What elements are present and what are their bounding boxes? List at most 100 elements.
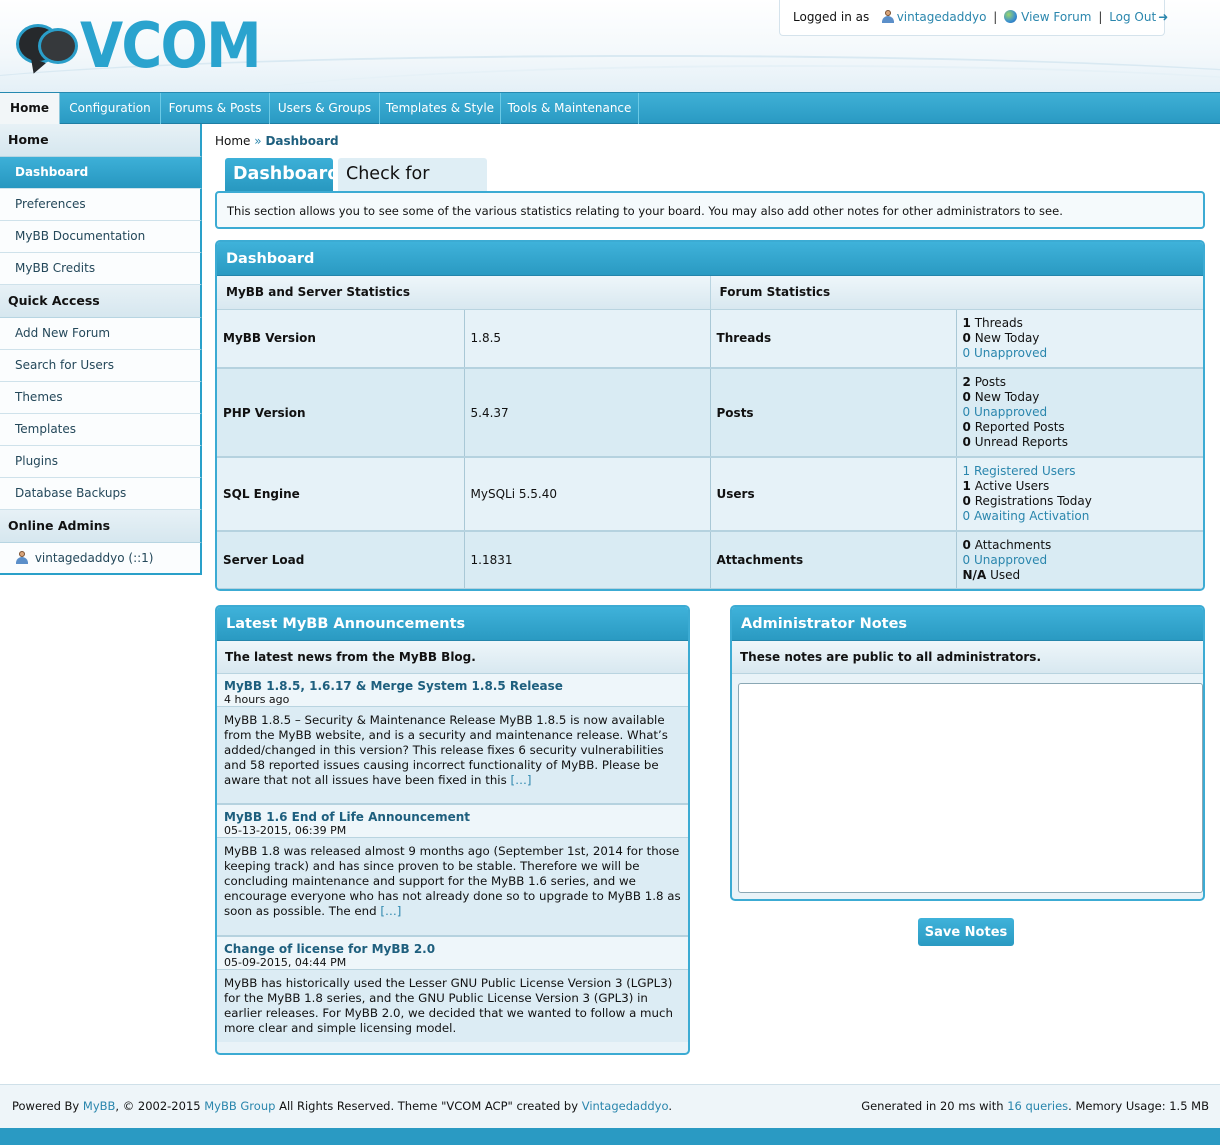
stat-label: Users <box>710 457 957 532</box>
news-title-link[interactable]: Change of license for MyBB 2.0 <box>224 942 681 956</box>
menu-templates-style[interactable]: Templates & Style <box>380 93 501 124</box>
table-row: MyBB Version 1.8.5 Threads 1 Threads 0 N… <box>217 309 1203 369</box>
menu-configuration[interactable]: Configuration <box>60 93 161 124</box>
sidebar-section-quick-access: Quick Access <box>0 285 202 318</box>
sidebar-section-online-admins: Online Admins <box>0 510 202 543</box>
logo-text: VCOM <box>80 9 262 82</box>
breadcrumb: Home » Dashboard <box>215 134 339 148</box>
sidebar-item-plugins[interactable]: Plugins <box>0 446 202 478</box>
user-box: Logged in as vintagedaddyo | View Forum … <box>779 0 1169 36</box>
logout-link[interactable]: Log Out <box>1109 10 1156 24</box>
news-date: 4 hours ago <box>224 693 290 706</box>
online-admin: vintagedaddyo (::1) <box>0 543 202 575</box>
unapproved-attachments-link[interactable]: 0 Unapproved <box>963 553 1048 567</box>
footer-stats: Generated in 20 ms with 16 queries. Memo… <box>861 1099 1209 1113</box>
announcements-panel: Latest MyBB Announcements The latest new… <box>215 605 690 1055</box>
stats-table: MyBB and Server Statistics Forum Statist… <box>217 276 1203 589</box>
read-more-link[interactable]: […] <box>510 773 531 787</box>
view-forum-link[interactable]: View Forum <box>1021 10 1091 24</box>
theme-author-link[interactable]: Vintagedaddyo <box>582 1099 669 1113</box>
col-header-forum: Forum Statistics <box>710 276 1203 310</box>
header: VCOM Logged in as vintagedaddyo | View F… <box>0 0 1220 92</box>
sidebar-item-themes[interactable]: Themes <box>0 382 202 414</box>
attachments-stats: 0 Attachments 0 Unapproved N/A Used <box>956 531 1203 589</box>
separator: | <box>1098 10 1103 24</box>
user-icon <box>15 551 28 564</box>
intro-text: This section allows you to see some of t… <box>215 191 1205 229</box>
queries-link[interactable]: 16 queries <box>1007 1099 1068 1113</box>
users-stats: 1 Registered Users 1 Active Users 0 Regi… <box>956 457 1203 532</box>
save-notes-button[interactable]: Save Notes <box>918 918 1014 946</box>
posts-stats: 2 Posts 0 New Today 0 Unapproved 0 Repor… <box>956 368 1203 458</box>
col-header-server: MyBB and Server Statistics <box>217 276 711 310</box>
stat-value: 1.1831 <box>464 531 711 589</box>
footer: Powered By MyBB, © 2002-2015 MyBB Group … <box>0 1084 1220 1128</box>
sidebar: Home Dashboard Preferences MyBB Document… <box>0 124 202 575</box>
news-title-link[interactable]: MyBB 1.8.5, 1.6.17 & Merge System 1.8.5 … <box>224 679 681 693</box>
bottom-bar <box>0 1128 1220 1145</box>
news-title-link[interactable]: MyBB 1.6 End of Life Announcement <box>224 810 681 824</box>
menu-tools-maintenance[interactable]: Tools & Maintenance <box>501 93 639 124</box>
site-logo[interactable]: VCOM <box>16 14 262 80</box>
sidebar-item-templates[interactable]: Templates <box>0 414 202 446</box>
tab-check-updates[interactable]: Check for Updates <box>338 158 487 217</box>
admin-notes-title: Administrator Notes <box>732 607 1203 641</box>
tab-dashboard[interactable]: Dashboard <box>225 158 340 191</box>
sidebar-item-documentation[interactable]: MyBB Documentation <box>0 221 202 253</box>
stat-label: PHP Version <box>217 368 465 458</box>
stat-label: Server Load <box>217 531 465 589</box>
unapproved-posts-link[interactable]: 0 Unapproved <box>963 405 1048 419</box>
news-body: MyBB 1.8.5 – Security & Maintenance Rele… <box>217 707 688 805</box>
logged-in-label: Logged in as <box>793 10 870 24</box>
news-header: MyBB 1.8.5, 1.6.17 & Merge System 1.8.5 … <box>217 674 688 707</box>
logout-arrow-icon: ➜ <box>1158 10 1169 24</box>
sidebar-item-preferences[interactable]: Preferences <box>0 189 202 221</box>
sidebar-item-add-forum[interactable]: Add New Forum <box>0 318 202 350</box>
news-body: MyBB has historically used the Lesser GN… <box>217 970 688 1042</box>
sidebar-item-search-users[interactable]: Search for Users <box>0 350 202 382</box>
table-row: Server Load 1.1831 Attachments 0 Attachm… <box>217 531 1203 589</box>
stat-label: Attachments <box>710 531 957 589</box>
online-admin-name: vintagedaddyo (::1) <box>34 551 154 565</box>
news-header: Change of license for MyBB 2.0 05-09-201… <box>217 937 688 970</box>
stat-label: MyBB Version <box>217 309 465 369</box>
username-link[interactable]: vintagedaddyo <box>897 10 987 24</box>
dashboard-title: Dashboard <box>217 242 1203 276</box>
globe-icon <box>1004 10 1018 23</box>
sidebar-item-backups[interactable]: Database Backups <box>0 478 202 510</box>
dashboard-panel: Dashboard MyBB and Server Statistics For… <box>215 240 1205 591</box>
separator: | <box>993 10 998 24</box>
announcements-subtitle: The latest news from the MyBB Blog. <box>217 641 688 674</box>
admin-notes-panel: Administrator Notes These notes are publ… <box>730 605 1205 901</box>
footer-credits: Powered By MyBB, © 2002-2015 MyBB Group … <box>12 1099 672 1113</box>
awaiting-activation-link[interactable]: 0 Awaiting Activation <box>963 509 1090 523</box>
menu-forums-posts[interactable]: Forums & Posts <box>161 93 270 124</box>
threads-stats: 1 Threads 0 New Today 0 Unapproved <box>956 309 1203 369</box>
mybb-link[interactable]: MyBB <box>83 1099 116 1113</box>
stat-value: 5.4.37 <box>464 368 711 458</box>
admin-notes-textarea[interactable] <box>738 683 1203 893</box>
news-header: MyBB 1.6 End of Life Announcement 05-13-… <box>217 805 688 838</box>
sidebar-item-dashboard[interactable]: Dashboard <box>0 157 202 189</box>
read-more-link[interactable]: […] <box>380 904 401 918</box>
unapproved-threads-link[interactable]: 0 Unapproved <box>963 346 1048 360</box>
sidebar-item-credits[interactable]: MyBB Credits <box>0 253 202 285</box>
main-menu: Home Configuration Forums & Posts Users … <box>0 92 1220 124</box>
table-row: SQL Engine MySQLi 5.5.40 Users 1 Registe… <box>217 457 1203 532</box>
menu-home[interactable]: Home <box>0 93 60 124</box>
announcements-title: Latest MyBB Announcements <box>217 607 688 641</box>
stat-value: 1.8.5 <box>464 309 711 369</box>
mybb-group-link[interactable]: MyBB Group <box>204 1099 275 1113</box>
breadcrumb-current: Dashboard <box>265 134 339 148</box>
news-date: 05-09-2015, 04:44 PM <box>224 956 347 969</box>
breadcrumb-home[interactable]: Home <box>215 134 250 148</box>
stat-label: SQL Engine <box>217 457 465 532</box>
news-date: 05-13-2015, 06:39 PM <box>224 824 347 837</box>
news-body: MyBB 1.8 was released almost 9 months ag… <box>217 838 688 937</box>
speech-bubble-icon <box>38 28 78 64</box>
registered-users-link[interactable]: 1 Registered Users <box>963 464 1076 478</box>
menu-users-groups[interactable]: Users & Groups <box>270 93 380 124</box>
user-icon <box>881 10 894 23</box>
breadcrumb-separator: » <box>254 134 262 148</box>
stat-label: Posts <box>710 368 957 458</box>
